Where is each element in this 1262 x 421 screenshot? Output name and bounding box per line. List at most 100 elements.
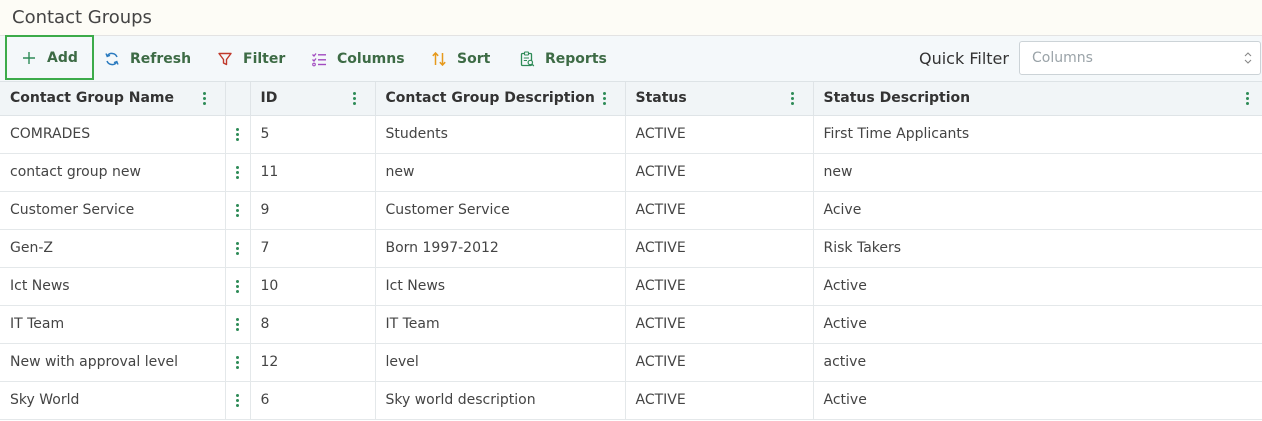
cell-name: COMRADES [0,115,226,154]
cell-name: Sky World [0,381,226,420]
cell-id: 9 [250,191,376,230]
cell-id: 11 [250,153,376,192]
table-row[interactable]: COMRADES 5 Students ACTIVE First Time Ap… [0,115,1262,154]
cell-description: Customer Service [375,191,626,230]
cell-id: 12 [250,343,376,382]
cell-name: Ict News [0,267,226,306]
columns-button[interactable]: Columns [311,36,405,81]
filter-button-label: Filter [243,50,286,67]
refresh-button[interactable]: Refresh [104,36,191,81]
row-menu-icon[interactable] [235,203,240,217]
cell-status: ACTIVE [625,267,814,306]
cell-id: 10 [250,267,376,306]
column-menu-icon[interactable] [352,92,357,105]
cell-name: Gen-Z [0,229,226,268]
column-header-status[interactable]: Status [625,82,814,116]
add-button[interactable]: Add [5,35,94,80]
cell-status-description: new [813,153,1262,192]
cell-status: ACTIVE [625,305,814,344]
row-menu-icon[interactable] [235,241,240,255]
column-header-description[interactable]: Contact Group Description [375,82,626,116]
column-header-status-description[interactable]: Status Description [813,82,1262,116]
cell-description: IT Team [375,305,626,344]
quick-filter-placeholder: Columns [1032,50,1093,66]
cell-status: ACTIVE [625,191,814,230]
table-header-row: Contact Group Name ID Contact Group Desc… [0,82,1262,116]
cell-status-description: Active [813,267,1262,306]
cell-name: IT Team [0,305,226,344]
cell-description: Sky world description [375,381,626,420]
row-actions-header [225,82,251,116]
cell-name: Customer Service [0,191,226,230]
column-header-id[interactable]: ID [250,82,376,116]
column-menu-icon[interactable] [602,92,607,105]
row-menu-icon[interactable] [235,127,240,141]
row-actions-cell[interactable] [225,343,251,382]
table-row[interactable]: New with approval level 12 level ACTIVE … [0,343,1262,382]
column-header-name-label: Contact Group Name [10,90,174,107]
row-menu-icon[interactable] [235,165,240,179]
column-header-name[interactable]: Contact Group Name [0,82,226,116]
row-menu-icon[interactable] [235,393,240,407]
row-actions-cell[interactable] [225,305,251,344]
columns-button-label: Columns [337,50,405,67]
select-arrows-icon [1244,52,1252,64]
cell-status-description: Active [813,381,1262,420]
column-header-description-label: Contact Group Description [385,90,595,107]
sort-button-label: Sort [457,50,491,67]
cell-status-description: First Time Applicants [813,115,1262,154]
column-menu-icon[interactable] [202,92,207,105]
cell-name: New with approval level [0,343,226,382]
cell-status-description: Acive [813,191,1262,230]
plus-icon [23,51,36,64]
cell-description: Born 1997-2012 [375,229,626,268]
cell-description: new [375,153,626,192]
row-menu-icon[interactable] [235,317,240,331]
cell-id: 5 [250,115,376,154]
row-menu-icon[interactable] [235,279,240,293]
refresh-button-label: Refresh [130,50,192,67]
table-row[interactable]: Sky World 6 Sky world description ACTIVE… [0,381,1262,420]
row-menu-icon[interactable] [235,355,240,369]
table-row[interactable]: IT Team 8 IT Team ACTIVE Active [0,305,1262,344]
cell-id: 6 [250,381,376,420]
cell-status-description: active [813,343,1262,382]
cell-description: Ict News [375,267,626,306]
cell-status-description: Risk Takers [813,229,1262,268]
cell-status-description: Active [813,305,1262,344]
columns-list-icon [312,52,326,66]
toolbar: Add Refresh Filter Columns Sort Reports … [0,35,1262,82]
cell-name: contact group new [0,153,226,192]
row-actions-cell[interactable] [225,267,251,306]
reports-button-label: Reports [545,50,607,67]
cell-description: level [375,343,626,382]
quick-filter-select[interactable]: Columns [1019,41,1261,75]
cell-status: ACTIVE [625,229,814,268]
column-menu-icon[interactable] [1245,92,1250,105]
row-actions-cell[interactable] [225,229,251,268]
page-title: Contact Groups [12,7,152,28]
column-menu-icon[interactable] [790,92,795,105]
table-row[interactable]: Ict News 10 Ict News ACTIVE Active [0,267,1262,306]
cell-status: ACTIVE [625,115,814,154]
filter-icon [218,52,232,65]
table-row[interactable]: Gen-Z 7 Born 1997-2012 ACTIVE Risk Taker… [0,229,1262,268]
column-header-id-label: ID [260,90,278,107]
row-actions-cell[interactable] [225,153,251,192]
sort-icon [432,51,446,66]
cell-description: Students [375,115,626,154]
sort-button[interactable]: Sort [431,36,490,81]
quick-filter-label: Quick Filter [919,49,1009,68]
cell-status: ACTIVE [625,153,814,192]
row-actions-cell[interactable] [225,115,251,154]
reports-button[interactable]: Reports [519,36,607,81]
filter-button[interactable]: Filter [217,36,285,81]
row-actions-cell[interactable] [225,191,251,230]
add-button-label: Add [47,49,78,66]
column-header-status-description-label: Status Description [823,90,971,107]
table-row[interactable]: Customer Service 9 Customer Service ACTI… [0,191,1262,230]
cell-id: 8 [250,305,376,344]
row-actions-cell[interactable] [225,381,251,420]
table-row[interactable]: contact group new 11 new ACTIVE new [0,153,1262,192]
cell-id: 7 [250,229,376,268]
